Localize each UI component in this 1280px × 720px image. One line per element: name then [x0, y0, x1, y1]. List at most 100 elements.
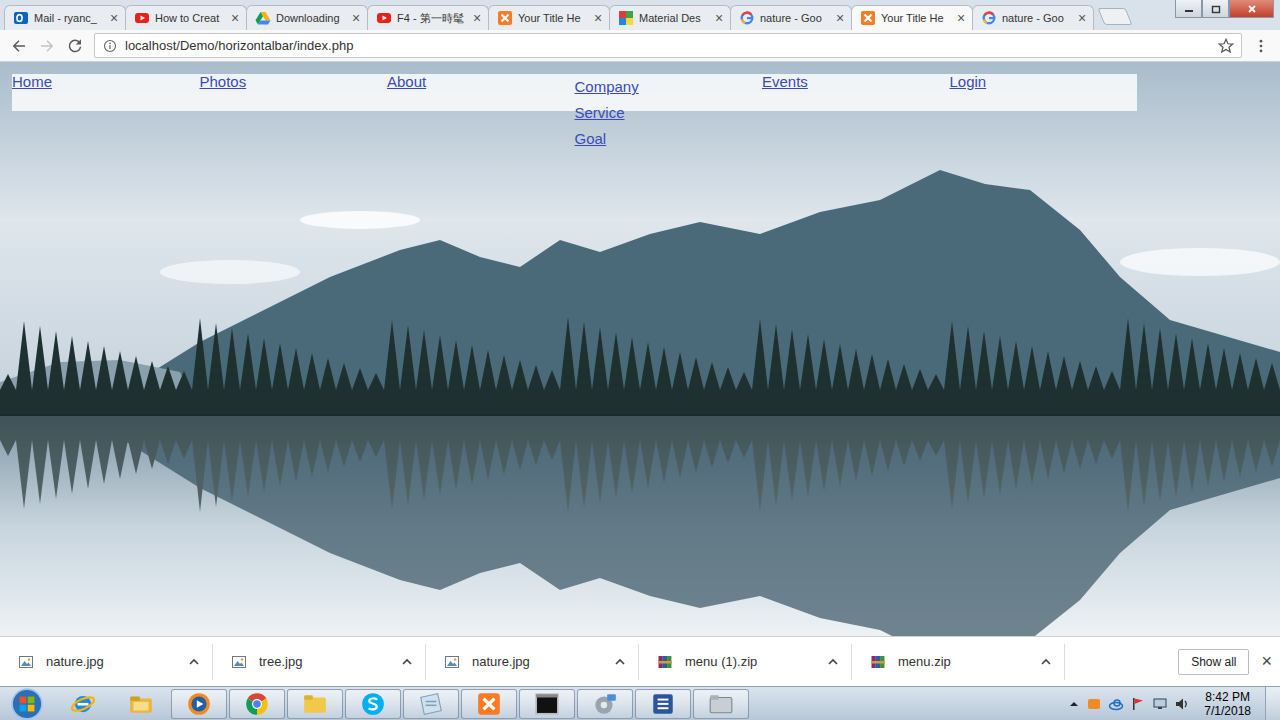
taskbar-app[interactable]: [55, 689, 111, 719]
nav-link[interactable]: Events: [762, 73, 808, 90]
nav-link[interactable]: About: [387, 73, 426, 90]
tab-close-button[interactable]: ×: [350, 11, 362, 25]
dropdown-menu: Service Goal: [575, 100, 625, 152]
browser-tab[interactable]: nature - Goo×: [730, 5, 852, 30]
tab-close-button[interactable]: ×: [592, 11, 604, 25]
clock[interactable]: 8:42 PM7/1/2018: [1196, 690, 1259, 718]
back-button[interactable]: [6, 33, 32, 59]
archive-file-icon: [870, 654, 886, 670]
caret-up-icon[interactable]: [827, 656, 839, 668]
download-item[interactable]: nature.jpg: [426, 644, 639, 680]
taskbar-app[interactable]: [403, 689, 459, 719]
forward-button[interactable]: [34, 33, 60, 59]
notes-icon: [418, 691, 444, 717]
tab-label: Your Title He: [518, 12, 587, 24]
download-item[interactable]: menu.zip: [852, 644, 1065, 680]
reload-icon: [66, 37, 84, 55]
nav-item: Login: [950, 74, 1138, 90]
download-item[interactable]: nature.jpg: [0, 644, 213, 680]
show-desktop-button[interactable]: [1265, 687, 1280, 720]
system-tray: 8:42 PM7/1/2018: [1060, 687, 1280, 720]
new-tab-button[interactable]: [1098, 8, 1133, 25]
tab-label: How to Creat: [155, 12, 224, 24]
download-item[interactable]: menu (1).zip: [639, 644, 852, 680]
browser-tab[interactable]: Downloading×: [246, 5, 368, 30]
bookmark-star-icon[interactable]: [1217, 37, 1235, 55]
download-name: menu (1).zip: [685, 654, 815, 669]
show-all-button[interactable]: Show all: [1178, 649, 1249, 675]
screen: Mail - ryanc_×How to Creat×Downloading×F…: [0, 0, 1280, 720]
web-page: Home Photos About Company Service Goal Events L…: [0, 62, 1280, 636]
start-button[interactable]: [0, 687, 54, 720]
ie-icon: [70, 691, 96, 717]
taskbar-app[interactable]: [171, 689, 227, 719]
browser-tab[interactable]: nature - Goo ×: [972, 5, 1094, 30]
tab-close-button[interactable]: ×: [229, 11, 241, 25]
media-icon: [186, 691, 212, 717]
app-tray-icon[interactable]: [1086, 696, 1102, 712]
taskbar-app[interactable]: [287, 689, 343, 719]
dropdown-item: Service: [575, 100, 625, 126]
download-name: nature.jpg: [472, 654, 602, 669]
tab-close-button[interactable]: ×: [713, 11, 725, 25]
network-icon[interactable]: [1152, 696, 1168, 712]
caret-up-icon[interactable]: [401, 656, 413, 668]
browser-tab[interactable]: F4 - 第一時髦 ×: [367, 5, 489, 30]
close-downloads-button[interactable]: ×: [1261, 651, 1272, 672]
nav-link[interactable]: Login: [950, 73, 987, 90]
minimize-button[interactable]: [1175, 0, 1202, 18]
nav-item: Events: [762, 74, 950, 90]
material-icon: [618, 10, 634, 26]
reload-button[interactable]: [62, 33, 88, 59]
nav-link[interactable]: Home: [12, 73, 52, 90]
browser-tab[interactable]: Material Des×: [609, 5, 731, 30]
tab-close-button[interactable]: ×: [1076, 11, 1088, 25]
nav-item: Home: [12, 74, 200, 90]
tab-close-button[interactable]: ×: [834, 11, 846, 25]
restore-button[interactable]: [1202, 0, 1229, 18]
dropdown-link[interactable]: Goal: [575, 130, 607, 147]
dropdown-item: Goal: [575, 126, 625, 152]
browser-tab[interactable]: Your Title He×: [851, 5, 973, 30]
taskbar-app[interactable]: [345, 689, 401, 719]
address-bar[interactable]: localhost/Demo/horizontalbar/index.php: [94, 33, 1242, 58]
nav-link[interactable]: Company: [575, 78, 639, 95]
taskbar-app[interactable]: [461, 689, 517, 719]
nav-link[interactable]: Photos: [200, 73, 247, 90]
tab-close-button[interactable]: ×: [955, 11, 967, 25]
taskbar-app[interactable]: [635, 689, 691, 719]
tab-close-button[interactable]: ×: [108, 11, 120, 25]
close-window-button[interactable]: [1229, 0, 1274, 18]
caret-up-icon[interactable]: [188, 656, 200, 668]
tab-label: nature - Goo: [1002, 12, 1071, 24]
disk-icon: [592, 691, 618, 717]
browser-tab[interactable]: Your Title He ×: [488, 5, 610, 30]
show-hidden-icons-icon[interactable]: [1068, 698, 1080, 710]
info-icon[interactable]: [103, 39, 117, 53]
taskbar-app[interactable]: [577, 689, 633, 719]
menu-button[interactable]: [1248, 33, 1274, 59]
taskbar-app[interactable]: [229, 689, 285, 719]
download-item[interactable]: tree.jpg: [213, 644, 426, 680]
folder-icon: [302, 691, 328, 717]
xampp-icon: [476, 691, 502, 717]
tab-label: Mail - ryanc_: [34, 12, 103, 24]
browser-tab[interactable]: How to Creat ×: [125, 5, 247, 30]
nav-bar: HomePhotosAboutCompanyServiceGoalEventsL…: [12, 74, 1137, 111]
flag-icon[interactable]: [1130, 696, 1146, 712]
tab-close-button[interactable]: ×: [471, 11, 483, 25]
taskbar-app[interactable]: [519, 689, 575, 719]
dropdown-link[interactable]: Service: [575, 104, 625, 121]
close-icon: [1247, 4, 1257, 14]
tab-label: F4 - 第一時髦: [397, 11, 466, 26]
google-icon: [981, 10, 997, 26]
word-icon: [650, 691, 676, 717]
caret-up-icon[interactable]: [614, 656, 626, 668]
browser-tab[interactable]: Mail - ryanc_ ×: [4, 5, 126, 30]
taskbar-app[interactable]: [113, 689, 169, 719]
taskbar-app[interactable]: [693, 689, 749, 719]
xampp-icon: [860, 10, 876, 26]
cloud-icon[interactable]: [1108, 696, 1124, 712]
caret-up-icon[interactable]: [1040, 656, 1052, 668]
volume-icon[interactable]: [1174, 696, 1190, 712]
